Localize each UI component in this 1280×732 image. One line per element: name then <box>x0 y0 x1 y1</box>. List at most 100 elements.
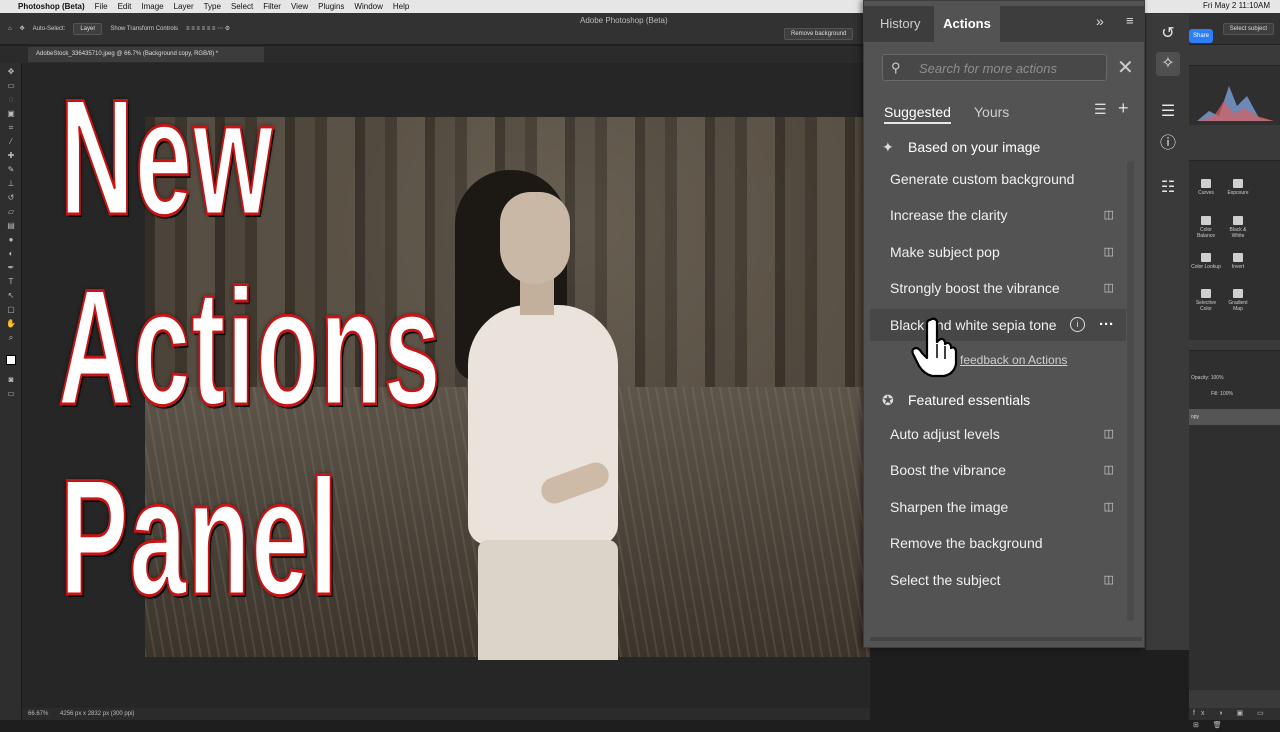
remove-background-button[interactable]: Remove background <box>784 28 854 40</box>
home-icon[interactable]: ⌂ <box>8 26 12 32</box>
panel-menu-icon[interactable]: ≡ <box>1126 13 1134 28</box>
show-transform-checkbox[interactable]: Show Transform Controls <box>110 26 178 32</box>
tab-history[interactable]: History <box>880 6 934 42</box>
move-tool-icon[interactable]: ✥ <box>20 25 25 32</box>
search-input[interactable]: ⚲ Search for more actions <box>882 54 1107 81</box>
preview-icon[interactable]: ◫ <box>1104 454 1114 486</box>
headline-word-new: New <box>59 65 275 249</box>
foreground-color-swatch[interactable] <box>6 355 16 365</box>
layers-footer-icons[interactable]: fx ◑ ▣ ▭ ⊞ 🗑 <box>1189 708 1280 729</box>
action-remove-background[interactable]: Remove the background <box>870 527 1126 559</box>
menu-plugins[interactable]: Plugins <box>318 2 344 11</box>
document-tab[interactable]: AdobeStock_336435710.jpeg @ 66.7% (Backg… <box>28 47 264 62</box>
preview-icon[interactable]: ◫ <box>1104 236 1114 268</box>
adjustment-curves[interactable]: Curves <box>1191 179 1221 196</box>
tab-yours[interactable]: Yours <box>974 104 1009 120</box>
auto-select-dropdown[interactable]: Layer <box>73 22 103 35</box>
feedback-link[interactable]: feedback on Actions <box>960 353 1067 367</box>
dodge-tool-icon[interactable]: ◐ <box>6 249 16 259</box>
fill-control[interactable]: Fill: 100% <box>1211 391 1233 397</box>
menu-edit[interactable]: Edit <box>118 2 132 11</box>
adjustment-selective-color[interactable]: Selective Color <box>1191 289 1221 312</box>
type-tool-icon[interactable]: T <box>6 277 16 287</box>
collapse-panel-icon[interactable]: » <box>1096 13 1104 29</box>
layer-row-background-copy[interactable]: opy <box>1189 409 1280 425</box>
shape-tool-icon[interactable]: ▢ <box>6 305 16 315</box>
action-make-subject-pop[interactable]: Make subject pop ◫ <box>870 236 1126 268</box>
adjustment-invert[interactable]: Invert <box>1223 253 1253 270</box>
action-boost-vibrance-strong[interactable]: Strongly boost the vibrance ◫ <box>870 272 1126 304</box>
zoom-tool-icon[interactable]: ⌕ <box>6 333 16 343</box>
action-generate-background[interactable]: Generate custom background <box>870 163 1126 195</box>
blur-tool-icon[interactable]: ● <box>6 235 16 245</box>
menu-image[interactable]: Image <box>141 2 163 11</box>
actions-icon[interactable]: ✧ <box>1156 52 1180 76</box>
action-auto-levels[interactable]: Auto adjust levels ◫ <box>870 418 1126 450</box>
sort-icon[interactable]: ☰ <box>1094 101 1107 118</box>
menu-type[interactable]: Type <box>204 2 221 11</box>
quick-mask-icon[interactable]: ◙ <box>6 375 16 385</box>
path-select-icon[interactable]: ↖ <box>6 291 16 301</box>
preview-icon[interactable]: ◫ <box>1104 199 1114 231</box>
close-icon[interactable]: ✕ <box>1117 55 1134 80</box>
menu-view[interactable]: View <box>291 2 308 11</box>
adjustments-icon[interactable]: ☰ <box>1156 100 1180 124</box>
eraser-tool-icon[interactable]: ▱ <box>6 207 16 217</box>
tab-actions[interactable]: Actions <box>934 6 1000 42</box>
menu-file[interactable]: File <box>95 2 108 11</box>
headline-word-panel: Panel <box>59 445 340 629</box>
add-icon[interactable]: + <box>1118 98 1129 119</box>
info-panel-icon[interactable]: ⓘ <box>1156 132 1180 156</box>
action-select-subject[interactable]: Select the subject ◫ <box>870 564 1126 596</box>
marquee-tool-icon[interactable]: ▭ <box>6 81 16 91</box>
more-icon[interactable]: ··· <box>1099 309 1114 341</box>
action-increase-clarity[interactable]: Increase the clarity ◫ <box>870 199 1126 231</box>
move-tool-icon[interactable]: ✥ <box>6 67 16 77</box>
preview-icon[interactable]: ◫ <box>1104 418 1114 450</box>
menu-app-name[interactable]: Photoshop (Beta) <box>18 2 85 11</box>
menu-filter[interactable]: Filter <box>263 2 281 11</box>
crop-tool-icon[interactable]: ⌗ <box>6 123 16 133</box>
adjustment-color-balance[interactable]: Color Balance <box>1191 216 1221 239</box>
opacity-control[interactable]: Opacity: 100% <box>1191 375 1224 381</box>
preview-icon[interactable]: ◫ <box>1104 564 1114 596</box>
action-boost-vibrance[interactable]: Boost the vibrance ◫ <box>870 454 1126 486</box>
action-sepia-tone[interactable]: Black and white sepia tone i ··· <box>870 309 1126 341</box>
pen-tool-icon[interactable]: ✒ <box>6 263 16 273</box>
action-sharpen[interactable]: Sharpen the image ◫ <box>870 491 1126 523</box>
document-info[interactable]: 4256 px x 2832 px (300 ppi) <box>60 711 134 717</box>
info-icon[interactable]: i <box>1070 317 1085 332</box>
adjustment-exposure[interactable]: Exposure <box>1223 179 1253 196</box>
histogram-panel <box>1189 65 1280 125</box>
search-placeholder: Search for more actions <box>919 61 1058 76</box>
share-button[interactable]: Share <box>1189 29 1213 43</box>
healing-tool-icon[interactable]: ✚ <box>6 151 16 161</box>
properties-icon[interactable]: ☷ <box>1156 176 1180 200</box>
adjustment-black-white[interactable]: Black & White <box>1223 216 1253 239</box>
brush-tool-icon[interactable]: ✎ <box>6 165 16 175</box>
menu-select[interactable]: Select <box>231 2 253 11</box>
headline-word-actions: Actions <box>57 255 442 439</box>
stamp-tool-icon[interactable]: ⊥ <box>6 179 16 189</box>
adjustment-color-lookup[interactable]: Color Lookup <box>1191 253 1221 270</box>
preview-icon[interactable]: ◫ <box>1104 491 1114 523</box>
menu-window[interactable]: Window <box>354 2 382 11</box>
menu-layer[interactable]: Layer <box>174 2 194 11</box>
select-subject-button[interactable]: Select subject <box>1222 22 1274 35</box>
preview-icon[interactable]: ◫ <box>1104 272 1114 304</box>
tab-suggested[interactable]: Suggested <box>884 104 951 124</box>
menu-help[interactable]: Help <box>393 2 409 11</box>
object-select-tool-icon[interactable]: ▣ <box>6 109 16 119</box>
panel-scrollbar[interactable] <box>1127 161 1134 621</box>
screen-mode-icon[interactable]: ▭ <box>6 389 16 399</box>
gradient-tool-icon[interactable]: ▤ <box>6 221 16 231</box>
hand-tool-icon[interactable]: ✋ <box>6 319 16 329</box>
history-brush-icon[interactable]: ↺ <box>6 193 16 203</box>
history-icon[interactable]: ↺ <box>1156 22 1180 46</box>
align-icons[interactable]: ≡ ≡ ≡ ≡ ≡ ≡ ⋯ ⚙ <box>186 25 230 32</box>
eyedropper-tool-icon[interactable]: ⁄ <box>6 137 16 147</box>
adjustment-gradient-map[interactable]: Gradient Map <box>1223 289 1253 312</box>
zoom-level[interactable]: 66.67% <box>28 711 48 717</box>
lasso-tool-icon[interactable]: ◌ <box>6 95 16 105</box>
auto-select-label: Auto-Select: <box>32 25 66 32</box>
